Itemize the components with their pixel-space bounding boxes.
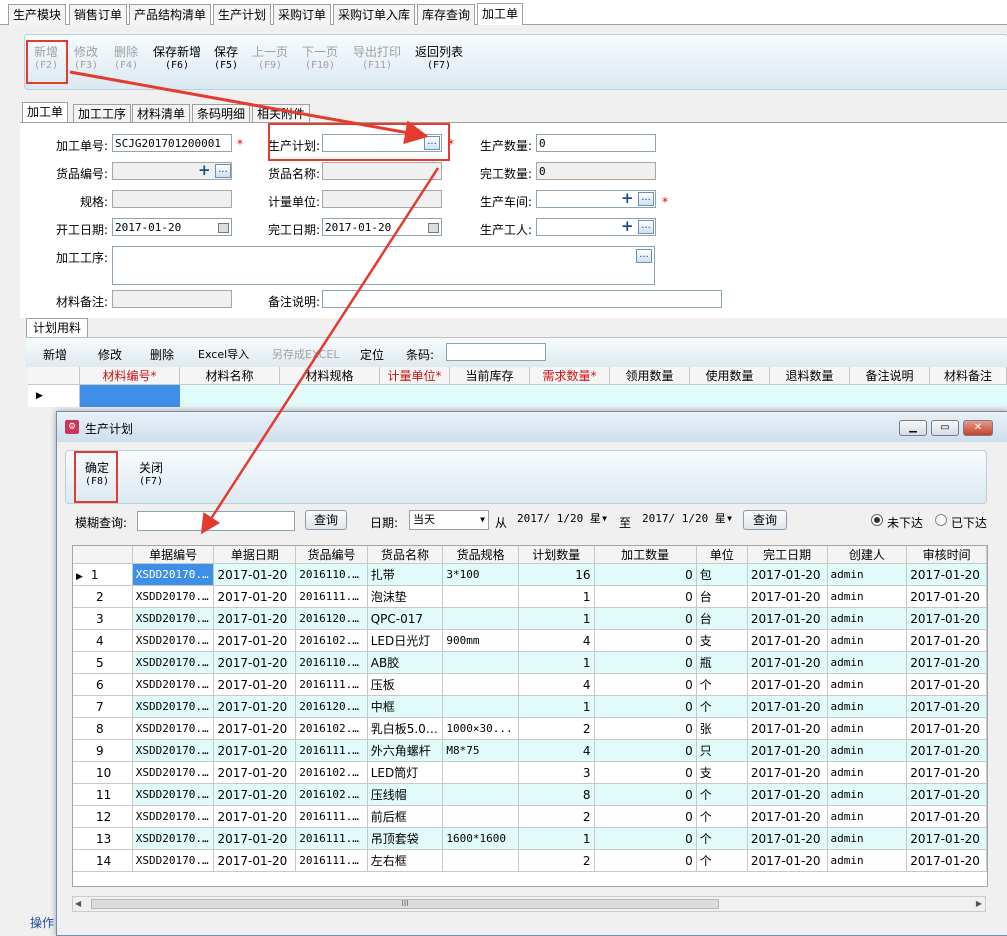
annotation-arrows xyxy=(69,70,440,535)
annotation-arrow xyxy=(69,70,429,145)
annotation-arrow xyxy=(200,167,440,535)
